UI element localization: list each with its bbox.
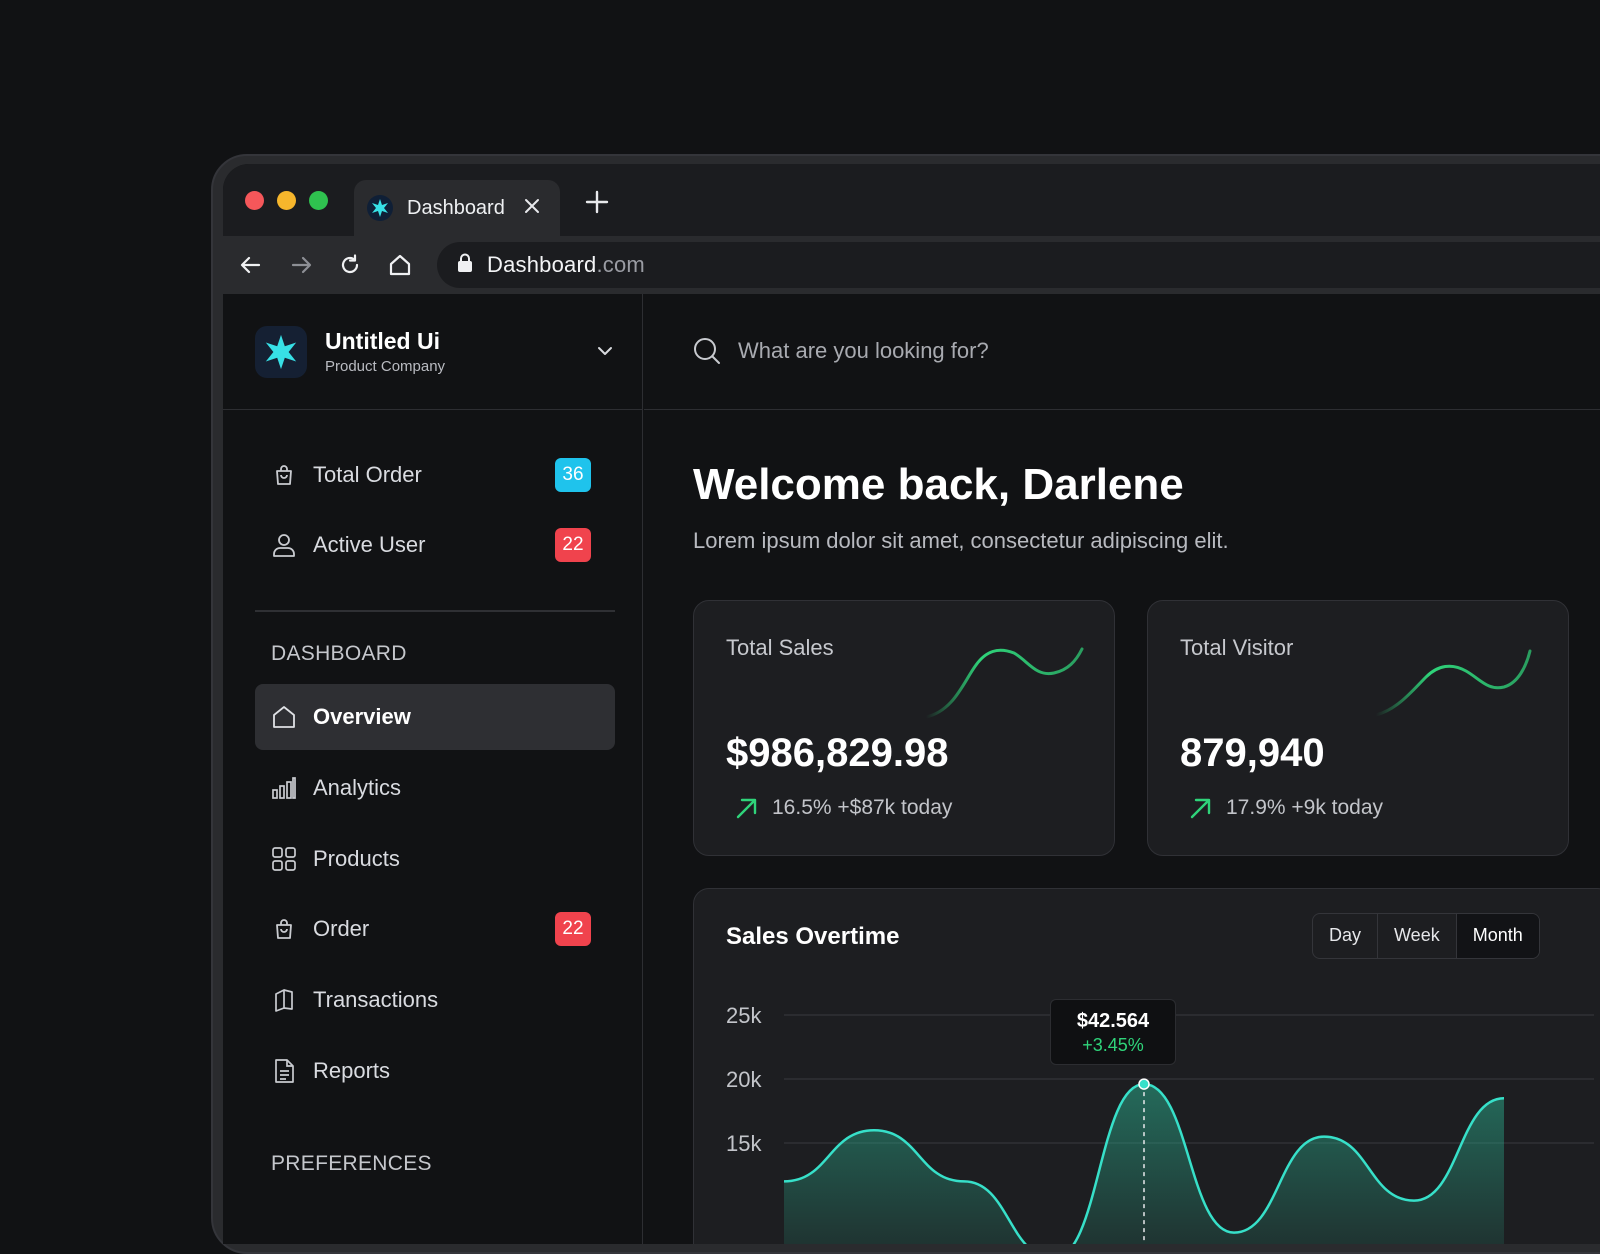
new-tab-icon[interactable] — [583, 188, 611, 216]
sidebar-item-analytics[interactable]: Analytics — [255, 755, 615, 821]
sidebar-item-label: Overview — [313, 704, 411, 729]
back-arrow-icon[interactable] — [237, 251, 265, 279]
chart-title: Sales Overtime — [726, 923, 900, 950]
range-week-button[interactable]: Week — [1378, 914, 1457, 958]
forward-arrow-icon[interactable] — [287, 251, 315, 279]
y-tick-label: 25k — [726, 1003, 762, 1028]
range-toggle: Day Week Month — [1312, 913, 1540, 959]
range-day-button[interactable]: Day — [1313, 914, 1379, 958]
stat-label: Total Visitor — [1180, 635, 1294, 660]
chevron-down-icon[interactable] — [593, 339, 617, 363]
y-tick-label: 15k — [726, 1131, 762, 1156]
stat-value: $986,829.98 — [726, 731, 949, 775]
sidebar-item-label: Products — [313, 846, 400, 871]
sparkline-chart — [924, 647, 1084, 719]
reload-icon[interactable] — [336, 251, 364, 279]
search-input[interactable] — [738, 330, 1238, 372]
stat-delta: 17.9% +9k today — [1188, 795, 1383, 821]
url-host: Dashboard — [487, 252, 597, 277]
workspace-switcher[interactable]: Untitled Ui Product Company — [223, 294, 643, 410]
tab-bar: Dashboard — [223, 164, 1600, 236]
brand-logo-icon — [255, 326, 307, 378]
main-content: Welcome back, Darlene Lorem ipsum dolor … — [644, 410, 1600, 1244]
favicon-icon — [367, 195, 393, 221]
stat-value: 879,940 — [1180, 731, 1325, 775]
section-title-dashboard: DASHBOARD — [271, 642, 407, 665]
lock-icon — [457, 253, 473, 278]
section-title-preferences: PREFERENCES — [271, 1152, 432, 1175]
brand-subtitle: Product Company — [325, 358, 446, 375]
sparkline-chart — [1374, 649, 1532, 717]
home-nav-icon[interactable] — [386, 251, 414, 279]
range-month-button[interactable]: Month — [1456, 914, 1539, 958]
count-badge: 22 — [555, 912, 591, 946]
stat-label: Total Sales — [726, 635, 834, 660]
shopping-bag-icon — [269, 914, 299, 944]
browser-window: Dashboard Dashboard.com Untitled Ui Prod… — [223, 164, 1600, 1244]
page-subtitle: Lorem ipsum dolor sit amet, consectetur … — [693, 528, 1229, 553]
data-point-marker[interactable] — [1138, 1078, 1150, 1090]
close-window-button[interactable] — [245, 191, 264, 210]
sidebar-item-active-user[interactable]: Active User 22 — [255, 512, 615, 578]
home-icon — [269, 702, 299, 732]
document-icon — [269, 1056, 299, 1086]
tooltip-delta: +3.45% — [1082, 1035, 1144, 1055]
stat-delta: 16.5% +$87k today — [734, 795, 952, 821]
stat-card-total-sales: Total Sales $986,829.98 16.5% +$87k toda… — [693, 600, 1115, 856]
url-text: Dashboard.com — [487, 252, 645, 278]
address-bar-row: Dashboard.com — [223, 236, 1600, 294]
y-tick-label: 20k — [726, 1067, 762, 1092]
count-badge: 36 — [555, 458, 591, 492]
shopping-bag-icon — [269, 460, 299, 490]
sales-overtime-card: 25k 20k 15k Sales Overtime Day Week Month … — [693, 888, 1600, 1244]
sidebar-item-label: Active User — [313, 532, 426, 557]
arrow-up-right-icon — [1188, 795, 1214, 821]
sidebar-item-label: Analytics — [313, 775, 402, 800]
sidebar-item-label: Reports — [313, 1058, 391, 1083]
sidebar-item-transactions[interactable]: Transactions — [255, 967, 615, 1033]
sidebar-item-products[interactable]: Products — [255, 826, 615, 892]
user-icon — [269, 530, 299, 560]
brand-name: Untitled Ui — [325, 328, 440, 354]
count-badge: 22 — [555, 528, 591, 562]
tooltip-value: $42.564 — [1076, 1010, 1150, 1032]
sidebar: Untitled Ui Product Company Total Order … — [223, 294, 643, 1244]
stat-card-total-visitor: Total Visitor 879,940 17.9% +9k today — [1147, 600, 1569, 856]
tab-dashboard[interactable]: Dashboard — [354, 180, 560, 236]
sidebar-divider — [255, 610, 615, 612]
url-tld: .com — [596, 252, 645, 277]
tab-title: Dashboard — [407, 196, 505, 219]
chart-tooltip: $42.564 +3.45% — [1050, 999, 1176, 1065]
app: Untitled Ui Product Company Total Order … — [223, 294, 1600, 1244]
bar-chart-icon — [269, 773, 299, 803]
minimize-window-button[interactable] — [277, 191, 296, 210]
sidebar-item-overview[interactable]: Overview — [255, 684, 615, 750]
sidebar-item-label: Transactions — [313, 987, 439, 1012]
close-tab-icon[interactable] — [520, 194, 544, 218]
series-area — [784, 1084, 1504, 1244]
sidebar-item-total-order[interactable]: Total Order 36 — [255, 442, 615, 508]
stat-delta-text: 17.9% +9k today — [1226, 796, 1384, 819]
sidebar-item-label: Order — [313, 916, 370, 941]
grid-icon — [269, 844, 299, 874]
stat-delta-text: 16.5% +$87k today — [772, 796, 953, 819]
url-bar[interactable]: Dashboard.com — [437, 242, 1600, 288]
sidebar-item-reports[interactable]: Reports — [255, 1038, 615, 1104]
page-title: Welcome back, Darlene — [693, 460, 1184, 509]
maximize-window-button[interactable] — [309, 191, 328, 210]
search-icon — [692, 336, 722, 366]
sidebar-item-order[interactable]: Order 22 — [255, 896, 615, 962]
arrow-up-right-icon — [734, 795, 760, 821]
top-bar — [644, 294, 1600, 410]
sidebar-item-label: Total Order — [313, 462, 422, 487]
map-icon — [269, 985, 299, 1015]
